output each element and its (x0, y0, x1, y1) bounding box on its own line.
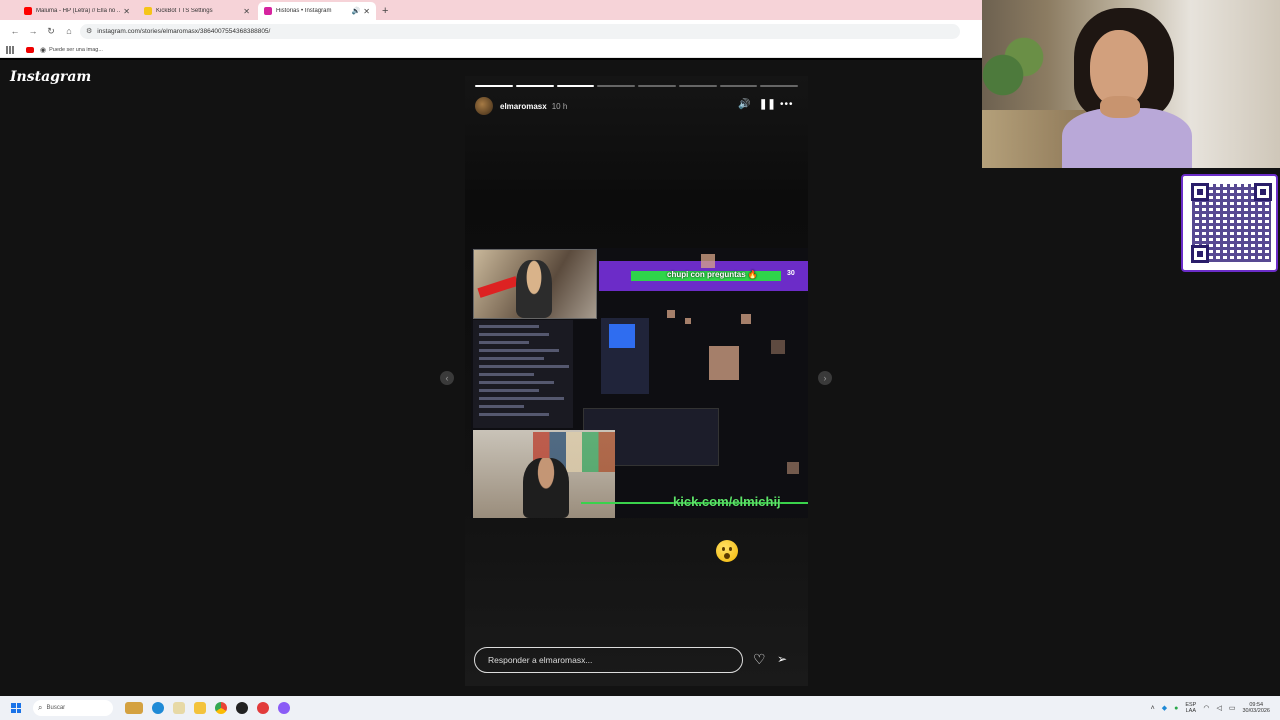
taskbar: ⌕ Buscar ˄ ◆ ● ESP LAA ◠ ◁ ▭ 09:54 30/03… (0, 696, 1280, 720)
more-options-icon[interactable]: ••• (780, 99, 794, 110)
previous-story-button[interactable]: ‹ (440, 371, 454, 385)
reply-input[interactable]: Responder a elmaromasx... (474, 647, 743, 673)
app-icon[interactable] (236, 702, 248, 714)
kick-url-text: kick.com/elmichij (673, 494, 781, 509)
story-username[interactable]: elmaromasx (500, 102, 547, 111)
url-text: instagram.com/stories/elmaromasx/3864007… (97, 27, 271, 35)
tab-label: Historias • Instagram (276, 8, 332, 14)
wifi-icon[interactable]: ◠ (1203, 704, 1209, 712)
story-progress-bar (475, 85, 798, 87)
apps-grid-icon[interactable] (6, 45, 14, 54)
tab-label: Maluma - HP (Letra) // Ella no ... (36, 8, 121, 14)
story-media: chupi con preguntas 🔥 30 kick.com/elmich… (471, 248, 808, 518)
story-header: elmaromasx 10 h 🔊 ❚❚ ••• (475, 96, 798, 116)
streamer-webcam-image (473, 249, 597, 319)
bookmark-favicon-icon: ◉ (40, 46, 47, 54)
story-viewer[interactable]: elmaromasx 10 h 🔊 ❚❚ ••• chupi con pregu… (465, 76, 808, 686)
chrome-icon[interactable] (215, 702, 227, 714)
like-heart-icon[interactable]: ♡ (753, 651, 766, 668)
instagram-logo[interactable]: Instagram (10, 69, 91, 85)
progress-segment (719, 85, 758, 87)
search-icon: ⌕ (38, 703, 43, 712)
speaker-icon[interactable]: ◁ (1216, 704, 1221, 712)
instagram-icon (264, 7, 272, 15)
pause-icon[interactable]: ❚❚ (759, 99, 776, 110)
volume-icon[interactable]: 🔊 (738, 99, 750, 110)
next-story-button[interactable]: › (818, 371, 832, 385)
progress-segment (760, 85, 798, 87)
windows-start-icon[interactable] (11, 703, 21, 713)
progress-segment (556, 85, 595, 87)
browser-tab-instagram[interactable]: Historias • Instagram 🔊 ✕ (258, 2, 376, 20)
bookmark-item[interactable]: Puede ser una imag... (49, 47, 103, 53)
browser-tab-maluma[interactable]: Maluma - HP (Letra) // Ella no ... ✕ (18, 2, 136, 20)
taskbar-search[interactable]: ⌕ Buscar (33, 700, 113, 716)
avatar[interactable] (475, 97, 493, 115)
stream-overlay-text: chupi con preguntas 🔥 (667, 270, 758, 279)
home-icon[interactable]: ⌂ (60, 26, 78, 36)
close-icon[interactable]: ✕ (123, 7, 130, 16)
new-tab-button[interactable]: + (382, 2, 388, 20)
kickbot-icon (144, 7, 152, 15)
messenger-icon[interactable] (278, 702, 290, 714)
taskbar-search-placeholder: Buscar (46, 705, 66, 711)
app-icon[interactable] (173, 702, 185, 714)
youtube-icon[interactable] (26, 46, 34, 53)
progress-segment (475, 85, 513, 87)
progress-segment (678, 85, 717, 87)
progress-segment (515, 85, 554, 87)
clock[interactable]: 09:54 30/03/2026 (1242, 702, 1270, 714)
app-tray-icon[interactable]: ● (1174, 705, 1178, 712)
network-icon[interactable]: ◆ (1162, 704, 1167, 712)
send-icon[interactable]: ➢ (777, 652, 787, 666)
forward-icon[interactable]: → (24, 26, 42, 36)
system-tray: ˄ ◆ ● ESP LAA ◠ ◁ ▭ 09:54 30/03/2026 (1151, 696, 1270, 720)
surprised-emoji-sticker (716, 540, 738, 562)
reply-placeholder: Responder a elmaromasx... (488, 655, 593, 665)
app-icon[interactable] (257, 702, 269, 714)
stream-chat-panel (473, 320, 573, 428)
close-icon[interactable]: ✕ (243, 7, 250, 16)
webcam-overlay (982, 0, 1280, 168)
battery-icon[interactable]: ▭ (1229, 704, 1236, 712)
url-field[interactable]: ⚙ instagram.com/stories/elmaromasx/38640… (80, 23, 960, 39)
speaker-icon[interactable]: 🔊 (352, 7, 361, 15)
stream-overlay-count: 30 (787, 270, 795, 277)
site-info-icon[interactable]: ⚙ (86, 27, 92, 35)
edge-icon[interactable] (152, 702, 164, 714)
progress-segment (597, 85, 635, 87)
file-explorer-icon[interactable] (194, 702, 206, 714)
story-timestamp: 10 h (551, 101, 568, 111)
reload-icon[interactable]: ↻ (42, 26, 60, 37)
close-icon[interactable]: ✕ (363, 7, 370, 16)
taco-widget-icon[interactable] (125, 702, 143, 714)
back-icon[interactable]: ← (6, 26, 24, 36)
yape-qr-code (1181, 174, 1278, 272)
progress-segment (638, 85, 676, 87)
streamer-webcam-image (473, 430, 615, 518)
tab-label: KickBot TTS Settings (156, 8, 213, 14)
browser-tab-kickbot[interactable]: KickBot TTS Settings ✕ (138, 2, 256, 20)
language-indicator[interactable]: ESP LAA (1185, 702, 1196, 714)
youtube-icon (24, 7, 32, 15)
stream-window (601, 318, 649, 394)
chevron-up-icon[interactable]: ˄ (1151, 705, 1155, 712)
